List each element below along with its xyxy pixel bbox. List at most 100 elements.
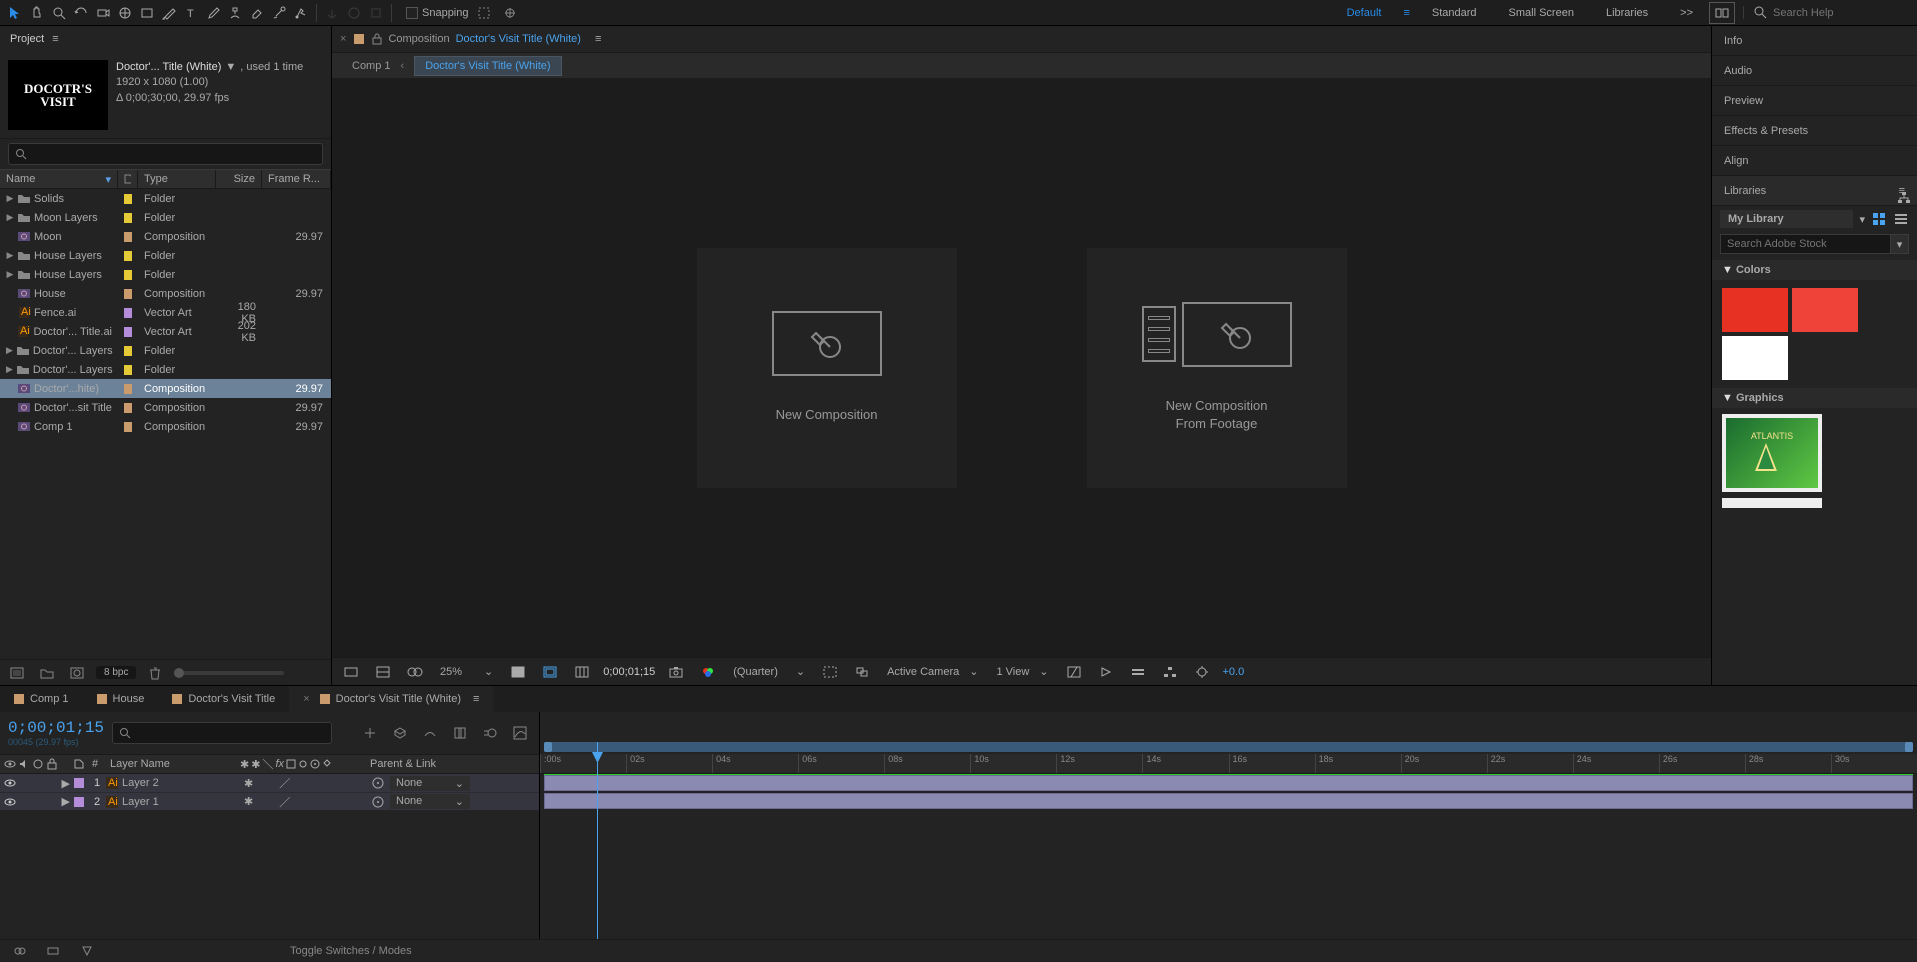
color-swatch[interactable] xyxy=(1792,288,1858,332)
selection-tool-icon[interactable] xyxy=(4,2,26,24)
project-item-list[interactable]: ▶Solids Folder ▶Moon Layers Folder Moon … xyxy=(0,189,331,659)
colors-section-header[interactable]: ▼ Colors xyxy=(1712,260,1917,280)
parent-dropdown[interactable]: None⌄ xyxy=(390,776,470,791)
project-item[interactable]: ▶Moon Layers Folder xyxy=(0,208,331,227)
project-item[interactable]: House Composition 29.97 xyxy=(0,284,331,303)
snap-option-icon[interactable] xyxy=(473,2,495,24)
interpret-footage-icon[interactable] xyxy=(6,662,28,684)
composition-viewer[interactable]: New Composition New Composition From Foo… xyxy=(332,78,1711,657)
reset-workspace-icon[interactable] xyxy=(1709,2,1735,24)
timeline-navigator[interactable] xyxy=(544,742,1913,752)
parent-dropdown[interactable]: None⌄ xyxy=(390,794,470,809)
graphic-thumbnail[interactable]: ATLANTIS xyxy=(1722,414,1822,492)
flow-item-current[interactable]: Doctor's Visit Title (White) xyxy=(414,56,561,76)
snapping-toggle[interactable]: Snapping xyxy=(406,2,521,24)
roto-brush-tool-icon[interactable] xyxy=(268,2,290,24)
column-size[interactable]: Size xyxy=(216,170,262,188)
layer-bar-2[interactable] xyxy=(544,793,1913,809)
project-item[interactable]: ▶House Layers Folder xyxy=(0,246,331,265)
libraries-panel-header[interactable]: Libraries≡ xyxy=(1712,176,1917,206)
pan-behind-tool-icon[interactable] xyxy=(114,2,136,24)
quality-icon[interactable]: ／ xyxy=(279,794,290,810)
info-panel-header[interactable]: Info xyxy=(1712,26,1917,56)
workspace-standard[interactable]: Standard xyxy=(1416,3,1493,23)
toggle-switch-icon-3[interactable] xyxy=(76,940,98,962)
safe-zones-icon[interactable] xyxy=(539,661,561,683)
clone-stamp-tool-icon[interactable] xyxy=(224,2,246,24)
search-help-input[interactable] xyxy=(1773,7,1903,19)
views-dropdown[interactable]: 1 View ⌄ xyxy=(992,664,1052,679)
brush-tool-icon[interactable] xyxy=(202,2,224,24)
pen-tool-icon[interactable] xyxy=(158,2,180,24)
pickwhip-icon[interactable] xyxy=(372,777,384,789)
composition-active-name[interactable]: Doctor's Visit Title (White) xyxy=(456,33,581,45)
project-bit-depth[interactable]: 8 bpc xyxy=(96,666,136,679)
frame-blend-icon[interactable] xyxy=(449,722,471,744)
project-item[interactable]: Doctor'...hite) Composition 29.97 xyxy=(0,379,331,398)
comp-mini-flowchart-icon[interactable] xyxy=(359,722,381,744)
rectangle-tool-icon[interactable] xyxy=(136,2,158,24)
project-search-input[interactable] xyxy=(8,143,323,165)
timeline-tab[interactable]: House xyxy=(83,686,159,712)
parent-column[interactable]: Parent & Link xyxy=(366,755,539,773)
quality-dropdown[interactable]: (Quarter) ⌄ xyxy=(729,664,809,679)
reset-exposure-icon[interactable] xyxy=(1191,661,1213,683)
draft3d-icon[interactable] xyxy=(389,722,411,744)
workspace-small-screen[interactable]: Small Screen xyxy=(1493,3,1590,23)
project-item[interactable]: ▶House Layers Folder xyxy=(0,265,331,284)
type-tool-icon[interactable]: T xyxy=(180,2,202,24)
motion-blur-icon[interactable] xyxy=(479,722,501,744)
always-preview-icon[interactable] xyxy=(340,661,362,683)
timeline-tab[interactable]: Comp 1 xyxy=(0,686,83,712)
hand-tool-icon[interactable] xyxy=(26,2,48,24)
list-view-icon[interactable] xyxy=(1893,211,1909,227)
timeline-right-pane[interactable]: :00s02s04s06s08s10s12s14s16s18s20s22s24s… xyxy=(540,712,1917,939)
current-timecode[interactable]: 0;00;01;15 xyxy=(8,719,104,737)
grid-view-icon[interactable] xyxy=(1871,211,1887,227)
snapshot-icon[interactable] xyxy=(665,661,687,683)
audio-panel-header[interactable]: Audio xyxy=(1712,56,1917,86)
zoom-tool-icon[interactable] xyxy=(48,2,70,24)
timeline-layer-row[interactable]: ▶ 2 AiLayer 1 ✱／ None⌄ xyxy=(0,792,539,810)
column-label[interactable] xyxy=(118,170,138,188)
project-item[interactable]: AiDoctor'... Title.ai Vector Art 202 KB xyxy=(0,322,331,341)
new-composition-icon[interactable] xyxy=(66,662,88,684)
eraser-tool-icon[interactable] xyxy=(246,2,268,24)
transparency-grid-icon[interactable] xyxy=(372,661,394,683)
workspace-libraries[interactable]: Libraries xyxy=(1590,3,1664,23)
timeline-tab[interactable]: Doctor's Visit Title xyxy=(158,686,289,712)
exposure-value[interactable]: +0.0 xyxy=(1223,666,1245,678)
grid-icon[interactable] xyxy=(571,661,593,683)
project-item[interactable]: ▶Doctor'... Layers Folder xyxy=(0,360,331,379)
quality-icon[interactable]: ／ xyxy=(279,775,290,791)
time-ruler[interactable]: :00s02s04s06s08s10s12s14s16s18s20s22s24s… xyxy=(540,754,1917,774)
axis-mode-icon[interactable] xyxy=(321,2,343,24)
effects-panel-header[interactable]: Effects & Presets xyxy=(1712,116,1917,146)
align-panel-header[interactable]: Align xyxy=(1712,146,1917,176)
orbit-tool-icon[interactable] xyxy=(70,2,92,24)
thumbnail-size-slider[interactable] xyxy=(174,671,284,675)
snap-option2-icon[interactable] xyxy=(499,2,521,24)
tracks-area[interactable] xyxy=(540,774,1917,939)
snapping-checkbox-icon[interactable] xyxy=(406,7,418,19)
project-item[interactable]: ▶Doctor'... Layers Folder xyxy=(0,341,331,360)
new-composition-from-footage-card[interactable]: New Composition From Footage xyxy=(1087,248,1347,488)
timeline-layer-row[interactable]: ▶ 1 AiLayer 2 ✱／ None⌄ xyxy=(0,774,539,792)
workspace-overflow[interactable]: >> xyxy=(1664,3,1709,23)
toggle-switch-icon-2[interactable] xyxy=(42,940,64,962)
graphic-thumbnail-partial[interactable] xyxy=(1722,498,1822,508)
layer-name-column[interactable]: Layer Name xyxy=(106,755,236,773)
new-composition-card[interactable]: New Composition xyxy=(697,248,957,488)
close-tab-icon[interactable]: × xyxy=(303,693,309,705)
mask-icon[interactable] xyxy=(404,661,426,683)
column-type[interactable]: Type xyxy=(138,170,216,188)
column-framerate[interactable]: Frame R... xyxy=(262,170,331,188)
toggle-switch-icon-1[interactable] xyxy=(8,940,30,962)
resolution-full-icon[interactable] xyxy=(507,661,529,683)
puppet-tool-icon[interactable] xyxy=(290,2,312,24)
color-swatch[interactable] xyxy=(1722,336,1788,380)
graphics-section-header[interactable]: ▼ Graphics xyxy=(1712,388,1917,408)
dropdown-icon[interactable]: ▼ xyxy=(225,60,236,75)
project-item[interactable]: Doctor'...sit Title Composition 29.97 xyxy=(0,398,331,417)
fast-preview-icon[interactable] xyxy=(1095,661,1117,683)
